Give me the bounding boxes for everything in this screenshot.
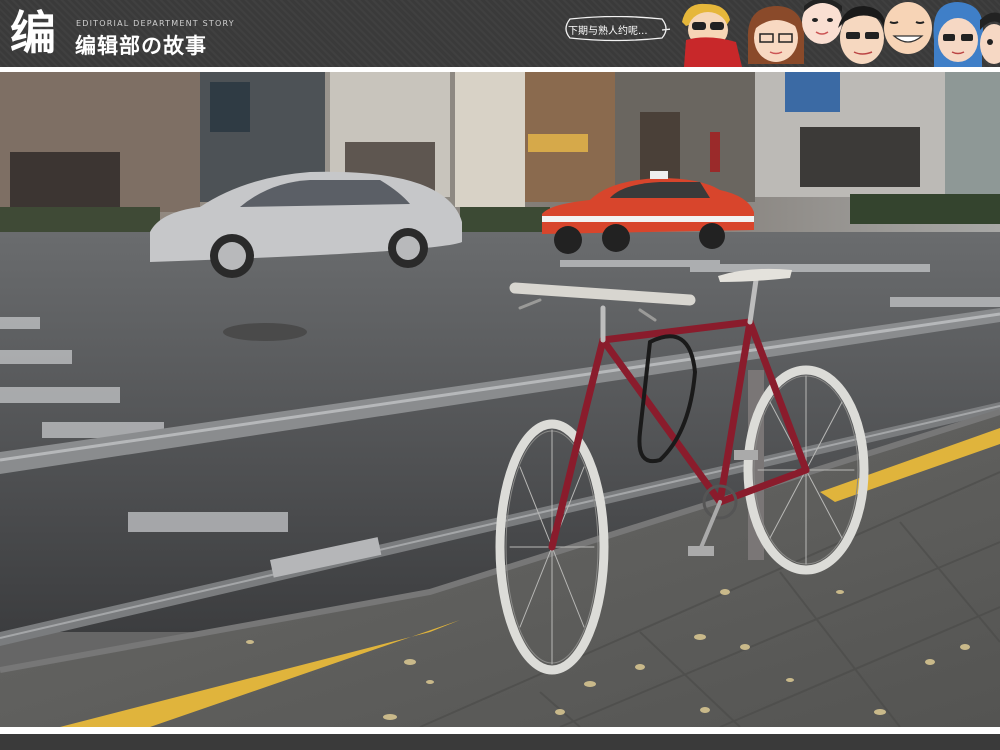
footer-gap: [0, 727, 1000, 734]
cartoon-face-icon: [682, 3, 742, 67]
bicycle-icon: [0, 72, 1000, 727]
footer-bar: [0, 734, 1000, 750]
cartoon-face-icon: [802, 0, 842, 44]
cartoon-face-icon: [747, 6, 805, 64]
header-banner: 编 EDITORIAL DEPARTMENT STORY 编辑部の故事 下期与熟…: [0, 0, 1000, 67]
cartoon-face-icon: [884, 2, 932, 54]
logo-mark: 编: [10, 6, 56, 60]
cartoon-face-icon: [838, 6, 886, 64]
logo-title: 编辑部の故事: [75, 34, 207, 58]
cartoon-face-icon: [933, 2, 983, 67]
street-bicycle-photo: [0, 72, 1000, 727]
cartoon-faces-illustration: [682, 0, 1000, 67]
speech-bubble-text: 下期与熟人约呢...: [568, 26, 648, 37]
logo-subtitle: EDITORIAL DEPARTMENT STORY: [76, 19, 235, 28]
cartoon-face-icon: [980, 12, 1000, 64]
